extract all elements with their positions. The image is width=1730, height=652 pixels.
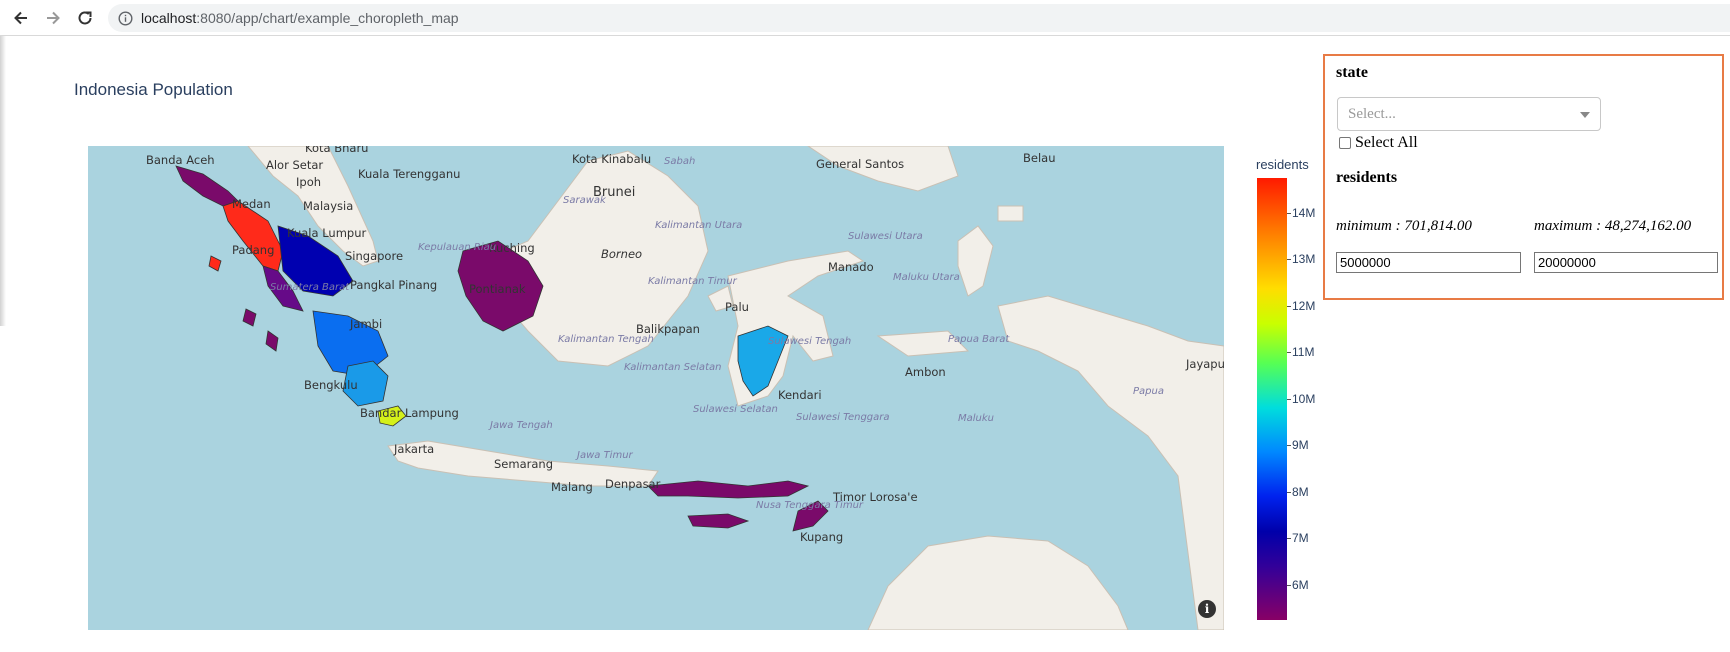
map-region-label: Sumatera Barat bbox=[270, 282, 350, 293]
map-label: Kota Bharu bbox=[305, 146, 368, 155]
colorbar-tick: 8M bbox=[1287, 485, 1309, 499]
min-residents-input[interactable]: 5000000 bbox=[1336, 252, 1521, 273]
map-region-label: Maluku bbox=[958, 413, 994, 424]
map-label: Denpasar bbox=[605, 477, 661, 491]
map-label: Jayapura bbox=[1185, 357, 1224, 371]
state-select-placeholder: Select... bbox=[1348, 106, 1396, 122]
colorbar-tick: 10M bbox=[1286, 392, 1316, 406]
colorbar-tick: 6M bbox=[1287, 578, 1309, 592]
url-host: localhost bbox=[141, 10, 197, 26]
map-region-label: Sabah bbox=[664, 156, 695, 167]
reload-icon bbox=[78, 11, 92, 25]
map-region-label: Sulawesi Selatan bbox=[693, 404, 778, 415]
browser-toolbar: localhost:8080/app/chart/example_choropl… bbox=[0, 0, 1730, 36]
map-region-label: Jawa Tengah bbox=[488, 420, 553, 431]
map-label: Kota Kinabalu bbox=[572, 152, 651, 166]
colorbar-tick: 7M bbox=[1287, 531, 1309, 545]
select-all-checkbox[interactable] bbox=[1339, 137, 1351, 149]
map-region-label: Nusa Tenggara Timur bbox=[756, 500, 864, 511]
map-region-label: Kalimantan Selatan bbox=[624, 362, 721, 373]
map-label: Belau bbox=[1023, 151, 1056, 165]
colorbar-tick: 9M bbox=[1287, 438, 1309, 452]
window-shadow bbox=[0, 36, 6, 326]
map-region-label: Sulawesi Tenggara bbox=[796, 412, 890, 423]
map-canvas[interactable]: Banda Aceh Kota Bharu Alor Setar Ipoh Ku… bbox=[88, 146, 1224, 630]
map-label: Banda Aceh bbox=[146, 153, 215, 167]
colorbar-tick: 14M bbox=[1286, 206, 1316, 220]
maximum-text: maximum : 48,274,162.00 bbox=[1534, 218, 1692, 234]
map-label: Malang bbox=[551, 480, 593, 494]
map-label: Pontianak bbox=[469, 282, 526, 296]
map-label: Borneo bbox=[601, 247, 642, 261]
map-label: Ipoh bbox=[296, 175, 321, 189]
state-label: state bbox=[1336, 64, 1368, 81]
colorbar-title: residents bbox=[1256, 157, 1309, 172]
map-label: Kupang bbox=[800, 530, 843, 544]
filter-panel: state Select... Select All residents min… bbox=[1323, 54, 1724, 300]
map-label: Kendari bbox=[778, 388, 822, 402]
forward-button[interactable] bbox=[42, 7, 64, 29]
map-label: Malaysia bbox=[303, 199, 353, 213]
choropleth-map[interactable]: Banda Aceh Kota Bharu Alor Setar Ipoh Ku… bbox=[88, 146, 1224, 630]
residents-label: residents bbox=[1336, 169, 1398, 186]
url-path: :8080/app/chart/example_choropleth_map bbox=[196, 10, 459, 26]
map-label: Ambon bbox=[905, 365, 946, 379]
info-circle-icon[interactable] bbox=[118, 10, 133, 26]
url-text: localhost:8080/app/chart/example_choropl… bbox=[141, 10, 459, 26]
map-label: Pangkal Pinang bbox=[350, 278, 437, 292]
map-region-label: Kalimantan Tengah bbox=[558, 334, 654, 345]
map-region-label: Maluku Utara bbox=[893, 272, 960, 283]
back-button[interactable] bbox=[10, 7, 32, 29]
minimum-text: minimum : 701,814.00 bbox=[1336, 218, 1472, 234]
map-label: Palu bbox=[725, 300, 749, 314]
info-icon[interactable]: i bbox=[1198, 600, 1216, 618]
select-all-row[interactable]: Select All bbox=[1339, 134, 1418, 152]
state-select[interactable]: Select... bbox=[1337, 97, 1601, 131]
chevron-down-icon[interactable] bbox=[1580, 112, 1590, 118]
map-label: Medan bbox=[232, 197, 271, 211]
max-residents-input[interactable]: 20000000 bbox=[1534, 252, 1718, 273]
map-label: Padang bbox=[232, 243, 274, 257]
map-region-label: Kalimantan Utara bbox=[655, 220, 742, 231]
map-region-label: Kalimantan Timur bbox=[648, 276, 738, 287]
select-all-label: Select All bbox=[1355, 134, 1418, 151]
map-label: Bengkulu bbox=[304, 378, 358, 392]
chart-title: Indonesia Population bbox=[74, 80, 233, 99]
colorbar bbox=[1257, 178, 1287, 620]
arrow-right-icon bbox=[47, 11, 60, 25]
map-label: Jambi bbox=[349, 317, 382, 331]
map-label: Alor Setar bbox=[266, 158, 323, 172]
map-region-label: Sulawesi Tengah bbox=[768, 336, 851, 347]
address-bar[interactable]: localhost:8080/app/chart/example_choropl… bbox=[108, 4, 1730, 32]
map-label: Singapore bbox=[345, 249, 403, 263]
arrow-left-icon bbox=[14, 11, 27, 25]
map-label: Kuala Lumpur bbox=[287, 226, 366, 240]
map-region-label: Papua bbox=[1133, 386, 1164, 397]
colorbar-tick: 12M bbox=[1286, 299, 1316, 313]
map-label: Semarang bbox=[494, 457, 553, 471]
map-label: Manado bbox=[828, 260, 874, 274]
map-label: Bandar Lampung bbox=[360, 406, 459, 420]
map-label: Jakarta bbox=[393, 442, 434, 456]
colorbar-tick: 13M bbox=[1286, 252, 1316, 266]
map-region-label: Jawa Timur bbox=[575, 450, 634, 461]
map-region-label: Sulawesi Utara bbox=[848, 231, 923, 242]
map-label: Kuala Terengganu bbox=[358, 167, 460, 181]
map-label: General Santos bbox=[816, 157, 904, 171]
reload-button[interactable] bbox=[74, 7, 96, 29]
map-region-label: Papua Barat bbox=[948, 334, 1010, 345]
map-region-label: Sarawak bbox=[563, 195, 607, 206]
map-region-label: Kepulauan Riau bbox=[418, 242, 496, 253]
colorbar-tick: 11M bbox=[1286, 345, 1315, 359]
